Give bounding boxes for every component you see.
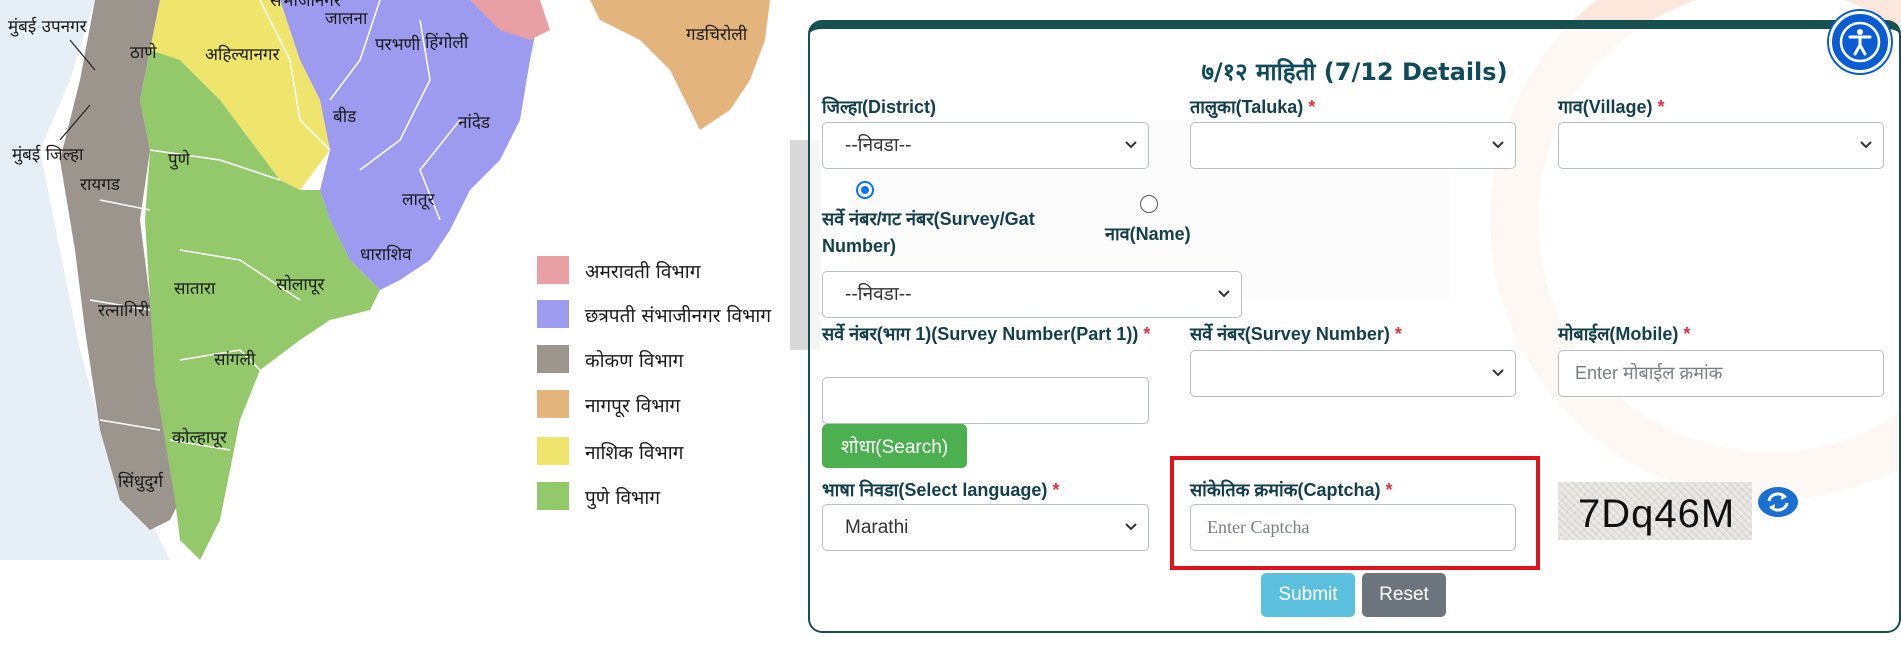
label-raigad: रायगड xyxy=(80,175,121,195)
captcha-input[interactable] xyxy=(1190,504,1516,551)
refresh-icon xyxy=(1767,492,1789,512)
language-select[interactable]: Marathi xyxy=(822,504,1149,551)
district-select-value: --निवडा-- xyxy=(845,135,912,156)
radio-survey-number[interactable] xyxy=(856,181,874,199)
required-marker: * xyxy=(1657,97,1665,117)
label-parbhani: परभणी xyxy=(375,34,421,55)
survey-number-select[interactable] xyxy=(1190,350,1516,397)
search-type-select[interactable]: --निवडा-- xyxy=(822,271,1242,318)
legend-label-sambhajinagar: छत्रपती संभाजीनगर विभाग xyxy=(585,304,771,327)
village-label-text: गाव(Village) xyxy=(1558,97,1653,117)
legend-swatch-pune xyxy=(537,482,569,510)
legend-swatch-konkan xyxy=(537,345,569,373)
mobile-label: मोबाईल(Mobile) * xyxy=(1558,321,1690,348)
label-sangli: सांगली xyxy=(214,349,256,370)
taluka-label-text: तालुका(Taluka) xyxy=(1190,97,1304,117)
legend-label-pune: पुणे विभाग xyxy=(585,486,660,510)
legend-swatch-amravati xyxy=(537,256,569,284)
survey-number-label-text: सर्वे नंबर(Survey Number) xyxy=(1190,324,1390,344)
maharashtra-division-map: मुंबई उपनगर ठाणे मुंबई जिल्हा रायगड पुणे… xyxy=(0,0,790,657)
legend-swatch-sambhajinagar xyxy=(537,300,569,328)
village-select[interactable] xyxy=(1558,122,1884,169)
language-label-text: भाषा निवडा(Select language) xyxy=(822,480,1048,500)
required-marker: * xyxy=(1143,324,1151,344)
label-gadchiroli: गडचिरोली xyxy=(686,24,748,45)
label-mumbai-suburban: मुंबई उपनगर xyxy=(8,16,88,37)
mobile-input[interactable] xyxy=(1558,350,1884,397)
label-nanded: नांदेड xyxy=(458,112,491,133)
refresh-captcha-icon[interactable] xyxy=(1758,487,1798,517)
label-ahilyanagar: अहिल्यानगर xyxy=(205,44,280,65)
label-satara: सातारा xyxy=(174,279,216,299)
language-label: भाषा निवडा(Select language) * xyxy=(822,477,1059,504)
required-marker: * xyxy=(1683,324,1691,344)
required-marker: * xyxy=(1385,480,1393,500)
required-marker: * xyxy=(1394,324,1402,344)
map-graphic: मुंबई उपनगर ठाणे मुंबई जिल्हा रायगड पुणे… xyxy=(0,0,790,657)
district-label-text: जिल्हा(District) xyxy=(822,97,936,117)
survey-part1-label: सर्वे नंबर(भाग 1)(Survey Number(Part 1))… xyxy=(822,321,1167,348)
legend-label-nashik: नाशिक विभाग xyxy=(585,441,684,464)
survey-part1-input[interactable] xyxy=(822,377,1149,424)
label-dharashiv: धाराशिव xyxy=(360,244,412,265)
survey-gat-label: सर्वे नंबर/गट नंबर(Survey/Gat Number) xyxy=(822,209,1035,256)
chevron-down-icon xyxy=(1860,141,1872,149)
required-marker: * xyxy=(1052,480,1060,500)
legend-swatch-nashik xyxy=(537,437,569,465)
chevron-down-icon xyxy=(1492,369,1504,377)
taluka-label: तालुका(Taluka) * xyxy=(1190,94,1315,121)
survey-part1-label-text: सर्वे नंबर(भाग 1)(Survey Number(Part 1)) xyxy=(822,324,1139,344)
reset-button[interactable]: Reset xyxy=(1362,573,1446,617)
label-ratnagiri: रत्नागिरी xyxy=(98,300,150,321)
radio-name[interactable] xyxy=(1140,195,1158,213)
language-select-value: Marathi xyxy=(845,517,909,538)
mobile-label-text: मोबाईल(Mobile) xyxy=(1558,324,1679,344)
submit-button[interactable]: Submit xyxy=(1261,573,1355,617)
legend-label-nagpur: नागपूर विभाग xyxy=(585,394,681,418)
label-hingoli: हिंगोली xyxy=(425,32,469,53)
district-label: जिल्हा(District) xyxy=(822,94,936,121)
captcha-image: 7Dq46M xyxy=(1558,482,1752,540)
legend-label-konkan: कोकण विभाग xyxy=(585,349,684,372)
accessibility-button[interactable] xyxy=(1829,11,1891,73)
chevron-down-icon xyxy=(1125,141,1137,149)
search-type-select-value: --निवडा-- xyxy=(845,284,912,305)
accessibility-icon xyxy=(1839,21,1881,63)
label-kolhapur: कोल्हापूर xyxy=(172,427,228,448)
legend-label-amravati: अमरावती विभाग xyxy=(585,260,701,283)
required-marker: * xyxy=(1308,97,1316,117)
chevron-down-icon xyxy=(1125,523,1137,531)
chevron-down-icon xyxy=(1492,141,1504,149)
survey-number-label: सर्वे नंबर(Survey Number) * xyxy=(1190,321,1402,348)
label-pune: पुणे xyxy=(168,149,191,170)
label-mumbai-district: मुंबई जिल्हा xyxy=(12,144,84,165)
district-select[interactable]: --निवडा-- xyxy=(822,122,1149,169)
taluka-select[interactable] xyxy=(1190,122,1516,169)
captcha-label: सांकेतिक क्रमांक(Captcha) * xyxy=(1190,477,1393,504)
label-latur: लातूर xyxy=(402,190,436,210)
name-option-label: नाव(Name) xyxy=(1105,224,1191,244)
label-thane: ठाणे xyxy=(130,42,157,63)
label-beed: बीड xyxy=(333,106,357,127)
captcha-label-text: सांकेतिक क्रमांक(Captcha) xyxy=(1190,480,1381,500)
search-button[interactable]: शोधा(Search) xyxy=(822,424,967,468)
form-title: ७/१२ माहिती (7/12 Details) xyxy=(1201,58,1508,86)
captcha-image-text: 7Dq46M xyxy=(1578,492,1736,536)
label-jalna: जालना xyxy=(325,9,368,29)
label-sindhudurg: सिंधुदुर्ग xyxy=(118,471,164,492)
legend-swatch-nagpur xyxy=(537,390,569,418)
village-label: गाव(Village) * xyxy=(1558,94,1665,121)
label-solapur: सोलापूर xyxy=(276,274,325,295)
chevron-down-icon xyxy=(1218,290,1230,298)
